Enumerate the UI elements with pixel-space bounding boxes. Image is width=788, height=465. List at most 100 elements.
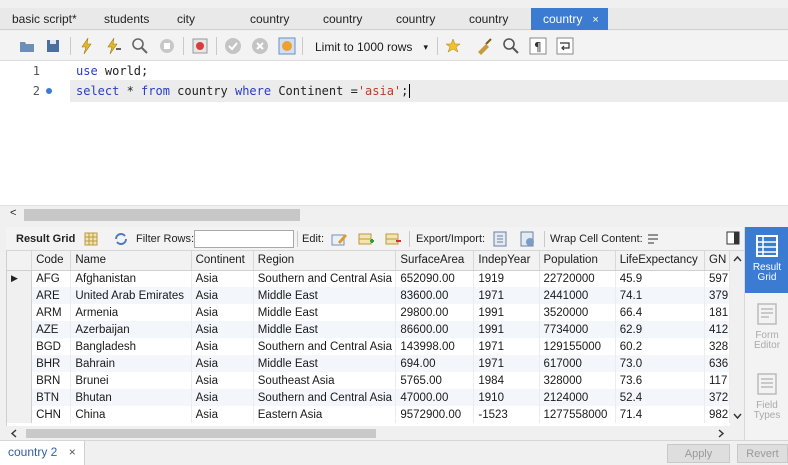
cell-surfacearea[interactable]: 5765.00 bbox=[395, 372, 475, 389]
cell-code[interactable]: BHR bbox=[31, 355, 72, 372]
cell-gnp[interactable]: 117 bbox=[704, 372, 730, 389]
grid-horizontal-scrollbar[interactable] bbox=[6, 426, 730, 440]
cell-indepyear[interactable]: 1971 bbox=[473, 287, 540, 304]
row-header[interactable] bbox=[7, 287, 33, 304]
add-snippet-star-icon[interactable] bbox=[444, 37, 462, 55]
cell-lifeexpectancy[interactable]: 73.6 bbox=[615, 372, 706, 389]
add-row-icon[interactable] bbox=[357, 230, 375, 248]
scroll-up-arrow-icon[interactable] bbox=[733, 255, 742, 262]
column-header-surfacearea[interactable]: SurfaceArea bbox=[395, 251, 475, 271]
explain-magnifier-icon[interactable] bbox=[131, 37, 149, 55]
cell-lifeexpectancy[interactable]: 73.0 bbox=[615, 355, 706, 372]
close-icon[interactable]: × bbox=[69, 445, 76, 459]
row-header[interactable] bbox=[7, 304, 33, 321]
column-header-code[interactable]: Code bbox=[31, 251, 72, 271]
cell-code[interactable]: ARE bbox=[31, 287, 72, 304]
cell-gnp[interactable]: 636 bbox=[704, 355, 730, 372]
row-header[interactable] bbox=[7, 321, 33, 338]
scroll-down-arrow-icon[interactable] bbox=[733, 413, 742, 420]
cell-code[interactable]: BTN bbox=[31, 389, 72, 406]
row-header[interactable] bbox=[7, 389, 33, 406]
row-header[interactable] bbox=[7, 406, 33, 423]
table-row[interactable]: ARM Armenia Asia Middle East 29800.00 1991 352… bbox=[7, 304, 730, 321]
cell-name[interactable]: United Arab Emirates bbox=[70, 287, 192, 304]
table-row[interactable]: BRN Brunei Asia Southeast Asia 5765.00 1984 32… bbox=[7, 372, 730, 389]
tab-city[interactable]: city bbox=[165, 8, 207, 30]
wrap-text-icon[interactable] bbox=[646, 232, 660, 246]
scroll-right-arrow-icon[interactable] bbox=[718, 429, 725, 438]
cell-population[interactable]: 129155000 bbox=[539, 338, 616, 355]
cell-code[interactable]: CHN bbox=[31, 406, 72, 423]
wrap-lines-icon[interactable] bbox=[556, 37, 574, 55]
invisible-chars-pilcrow-icon[interactable]: ¶ bbox=[529, 37, 547, 55]
cell-continent[interactable]: Asia bbox=[191, 304, 254, 321]
cell-surfacearea[interactable]: 29800.00 bbox=[395, 304, 475, 321]
sql-editor[interactable]: 1 2 use world; select * from country whe… bbox=[0, 61, 788, 205]
save-icon[interactable] bbox=[44, 37, 62, 55]
cell-continent[interactable]: Asia bbox=[191, 287, 254, 304]
table-row[interactable]: BHR Bahrain Asia Middle East 694.00 1971 61700… bbox=[7, 355, 730, 372]
side-panel-field-types[interactable]: Field Types bbox=[745, 367, 788, 433]
edit-cell-icon[interactable] bbox=[330, 230, 348, 248]
cell-indepyear[interactable]: -1523 bbox=[473, 406, 540, 423]
scroll-left-arrow-icon[interactable] bbox=[10, 429, 17, 438]
toggle-stop-on-error-icon[interactable] bbox=[191, 37, 209, 55]
cell-lifeexpectancy[interactable]: 60.2 bbox=[615, 338, 706, 355]
open-folder-icon[interactable] bbox=[18, 37, 36, 55]
column-header-population[interactable]: Population bbox=[539, 251, 616, 271]
editor-horizontal-scrollbar[interactable]: < bbox=[0, 205, 788, 222]
cell-lifeexpectancy[interactable]: 66.4 bbox=[615, 304, 706, 321]
cell-name[interactable]: Afghanistan bbox=[70, 270, 192, 287]
filter-rows-input[interactable] bbox=[194, 230, 294, 248]
cell-indepyear[interactable]: 1910 bbox=[473, 389, 540, 406]
cell-code[interactable]: AFG bbox=[31, 270, 72, 287]
cell-surfacearea[interactable]: 83600.00 bbox=[395, 287, 475, 304]
cell-population[interactable]: 3520000 bbox=[539, 304, 616, 321]
beautify-broom-icon[interactable] bbox=[475, 37, 493, 55]
cell-continent[interactable]: Asia bbox=[191, 321, 254, 338]
tab-country-active[interactable]: country × bbox=[531, 8, 608, 30]
cell-region[interactable]: Southern and Central Asia bbox=[253, 389, 397, 406]
column-header-lifeexpectancy[interactable]: LifeExpectancy bbox=[615, 251, 706, 271]
cell-population[interactable]: 2124000 bbox=[539, 389, 616, 406]
cell-continent[interactable]: Asia bbox=[191, 355, 254, 372]
cell-name[interactable]: Armenia bbox=[70, 304, 192, 321]
tab-basic-script[interactable]: basic script* bbox=[0, 8, 89, 30]
execute-current-icon[interactable] bbox=[104, 37, 122, 55]
cell-gnp[interactable]: 982 bbox=[704, 406, 730, 423]
cell-gnp[interactable]: 597 bbox=[704, 270, 730, 287]
apply-button[interactable]: Apply bbox=[667, 444, 730, 463]
grid-vertical-scrollbar[interactable] bbox=[730, 251, 744, 426]
cell-surfacearea[interactable]: 694.00 bbox=[395, 355, 475, 372]
refresh-icon[interactable] bbox=[112, 231, 130, 247]
commit-icon[interactable] bbox=[224, 37, 242, 55]
tab-country-1[interactable]: country bbox=[238, 8, 301, 30]
grid-scroll-thumb[interactable] bbox=[26, 429, 376, 438]
cell-region[interactable]: Eastern Asia bbox=[253, 406, 397, 423]
row-header[interactable] bbox=[7, 338, 33, 355]
cell-population[interactable]: 2441000 bbox=[539, 287, 616, 304]
stop-icon[interactable] bbox=[158, 37, 176, 55]
cell-gnp[interactable]: 379 bbox=[704, 287, 730, 304]
cell-indepyear[interactable]: 1991 bbox=[473, 321, 540, 338]
cell-name[interactable]: Bahrain bbox=[70, 355, 192, 372]
column-header-continent[interactable]: Continent bbox=[191, 251, 254, 271]
scroll-left-arrow[interactable]: < bbox=[10, 207, 16, 219]
cell-continent[interactable]: Asia bbox=[191, 406, 254, 423]
limit-rows-select[interactable]: Limit to 1000 rows ▾ bbox=[307, 36, 435, 56]
cell-code[interactable]: BGD bbox=[31, 338, 72, 355]
rollback-icon[interactable] bbox=[251, 37, 269, 55]
cell-code[interactable]: BRN bbox=[31, 372, 72, 389]
cell-code[interactable]: AZE bbox=[31, 321, 72, 338]
cell-gnp[interactable]: 181 bbox=[704, 304, 730, 321]
tab-students[interactable]: students bbox=[92, 8, 161, 30]
cell-lifeexpectancy[interactable]: 71.4 bbox=[615, 406, 706, 423]
export-icon[interactable] bbox=[492, 230, 510, 248]
cell-region[interactable]: Southern and Central Asia bbox=[253, 270, 397, 287]
cell-name[interactable]: Bangladesh bbox=[70, 338, 192, 355]
table-row[interactable]: ▶ AFG Afghanistan Asia Southern and Central … bbox=[7, 270, 730, 287]
cell-surfacearea[interactable]: 652090.00 bbox=[395, 270, 475, 287]
cell-region[interactable]: Middle East bbox=[253, 287, 397, 304]
cell-continent[interactable]: Asia bbox=[191, 270, 254, 287]
autocommit-toggle-icon[interactable] bbox=[278, 37, 296, 55]
